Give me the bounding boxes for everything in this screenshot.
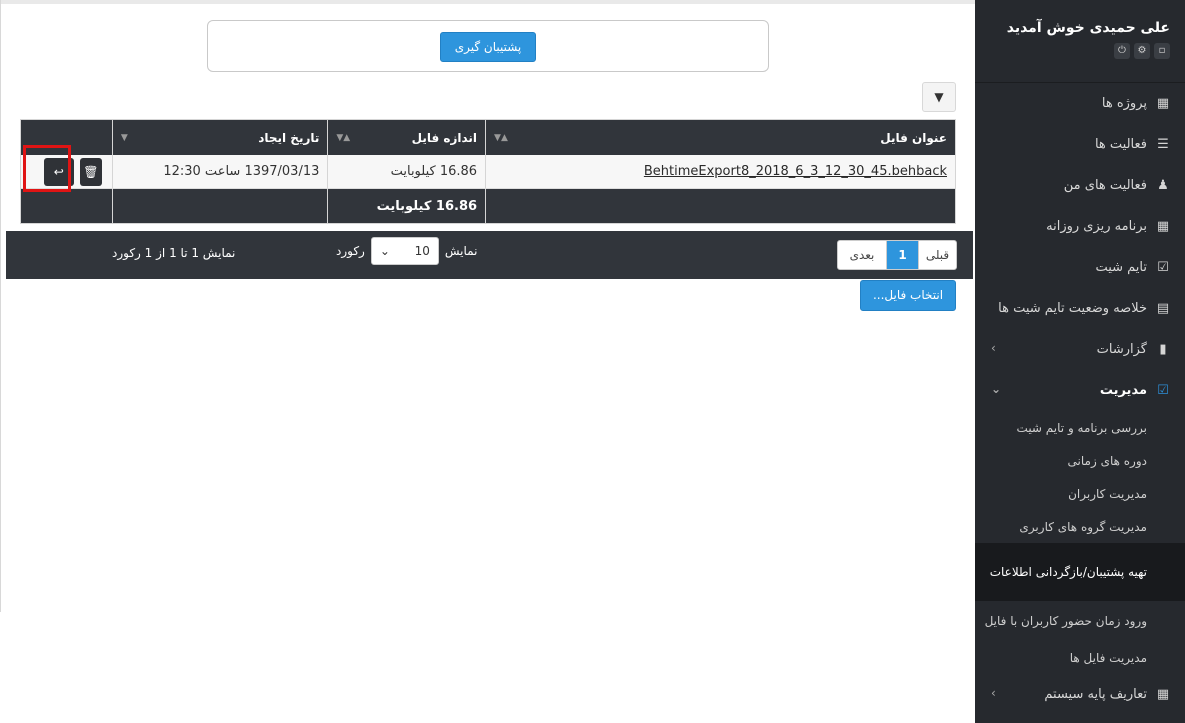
trash-icon: 🗑 [83,164,99,179]
chevron-right-icon: › [991,341,996,355]
user-actions: ▫ ⚙ ⏻ [985,43,1170,59]
sidebar-item-projects[interactable]: ▦ پروژه ها [975,83,1185,124]
summary-icon: ▤ [1156,301,1170,316]
sort-desc-icon: ▼ [120,132,128,143]
column-header-date[interactable]: تاریخ ایجاد ▼ [111,120,328,155]
sidebar-item-management[interactable]: ☑ مدیریت ⌄ [975,370,1185,411]
sidebar-item-timesheet[interactable]: ☑ تایم شیت [975,247,1185,288]
submenu-item-backup-restore[interactable]: تهیه پشتیبان/بازگردانی اطلاعات [975,543,1185,601]
sidebar: علی حمیدی خوش آمدید ▫ ⚙ ⏻ ▦ پروژه ها ☰ ف… [975,0,1185,723]
submenu-item-user-groups[interactable]: مدیریت گروه های کاربری [975,510,1185,543]
highlight-box [23,145,71,192]
sidebar-item-label: تعاریف پایه سیستم [1044,687,1147,702]
left-border [0,0,1,612]
page-size: نمایش ⌄ 10 رکورد [336,237,477,265]
total-size: 16.86 کیلوبایت [327,189,485,223]
table-icon: ▦ [1156,219,1170,234]
page-1-button[interactable]: 1 [886,241,918,269]
sidebar-item-label: فعالیت ها [1094,137,1147,152]
cell-date: 1397/03/13 ساعت 12:30 [111,155,328,188]
pagination: قبلی 1 بعدی [837,240,957,270]
submenu-item-time-periods[interactable]: دوره های زمانی [975,444,1185,477]
sidebar-item-label: گزارشات [1096,342,1147,357]
user-greeting: علی حمیدی خوش آمدید [1006,20,1170,36]
sidebar-item-label: پروژه ها [1101,96,1147,111]
sidebar-item-activities[interactable]: ☰ فعالیت ها [975,124,1185,165]
column-header-size[interactable]: اندازه فایل ▲▼ [327,120,485,155]
sort-icon: ▲▼ [336,132,351,143]
delete-button[interactable]: 🗑 [79,157,102,186]
file-icon: ▮ [1159,342,1167,357]
chevron-right-icon: › [991,686,996,700]
submenu-item-attendance-import[interactable]: ورود زمان حضور کاربران با فایل [975,601,1185,641]
chevron-down-icon: ⌄ [379,244,390,258]
table-header: عنوان فایل ▲▼ اندازه فایل ▲▼ تاریخ ایجاد… [21,120,955,155]
sidebar-item-timesheet-summary[interactable]: ▤ خلاصه وضعیت تایم شیت ها [975,288,1185,329]
sort-icon: ▲▼ [494,132,508,143]
cell-title: BehtimeExport8_2018_6_3_12_30_45.behback [485,155,955,188]
backup-panel: پشتیبان گیری [207,20,769,72]
sidebar-item-reports[interactable]: ▮ گزارشات › [975,329,1185,370]
pager: قبلی 1 بعدی نمایش ⌄ 10 رکورد نمایش 1 تا … [6,231,973,279]
choose-file-button[interactable]: انتخاب فایل... [860,280,956,311]
tasks-icon: ☰ [1157,137,1169,152]
page-size-select[interactable]: ⌄ 10 [370,237,439,265]
next-page-button[interactable]: بعدی [838,241,886,269]
table-footer: 16.86 کیلوبایت [21,189,955,223]
gear-icon[interactable]: ⚙ [1134,43,1150,59]
top-border [0,0,975,4]
sidebar-item-label: فعالیت های من [1063,178,1147,193]
page-size-value: 10 [414,244,430,258]
submenu-item-file-management[interactable]: مدیریت فایل ها [975,641,1185,674]
sidebar-item-label: برنامه ریزی روزانه [1046,219,1147,234]
table-row: BehtimeExport8_2018_6_3_12_30_45.behback… [21,155,955,189]
files-table: عنوان فایل ▲▼ اندازه فایل ▲▼ تاریخ ایجاد… [20,119,956,224]
power-icon[interactable]: ⏻ [1114,43,1130,59]
check-square-icon: ☑ [1157,383,1169,398]
lock-icon[interactable]: ▫ [1154,43,1170,59]
grid-icon: ▦ [1156,687,1170,702]
show-label: نمایش [444,244,478,258]
sidebar-header: علی حمیدی خوش آمدید ▫ ⚙ ⏻ [975,0,1185,83]
column-header-title[interactable]: عنوان فایل ▲▼ [485,120,955,155]
sidebar-item-label: خلاصه وضعیت تایم شیت ها [998,301,1147,316]
calendar-check-icon: ☑ [1157,260,1169,275]
records-label: رکورد [336,244,365,258]
submenu-item-plan-review[interactable]: بررسی برنامه و تایم شیت [975,411,1185,444]
filter-button[interactable]: ▼ [922,82,956,112]
sidebar-item-base-definitions[interactable]: ▦ تعاریف پایه سیستم › [975,674,1185,715]
user-icon: ♟ [1157,178,1169,193]
cell-size: 16.86 کیلوبایت [327,155,485,188]
sidebar-item-label: مدیریت [1099,383,1147,398]
sidebar-item-daily-planning[interactable]: ▦ برنامه ریزی روزانه [975,206,1185,247]
filter-icon: ▼ [934,90,944,104]
cubes-icon: ▦ [1156,96,1170,111]
pager-info: نمایش 1 تا 1 از 1 رکورد [112,246,236,260]
sidebar-item-my-activities[interactable]: ♟ فعالیت های من [975,165,1185,206]
prev-page-button[interactable]: قبلی [918,241,956,269]
file-link[interactable]: BehtimeExport8_2018_6_3_12_30_45.behback [644,164,947,179]
backup-button[interactable]: پشتیبان گیری [440,32,536,62]
submenu-item-user-management[interactable]: مدیریت کاربران [975,477,1185,510]
sidebar-item-label: تایم شیت [1095,260,1147,275]
chevron-down-icon: ⌄ [991,382,1002,396]
